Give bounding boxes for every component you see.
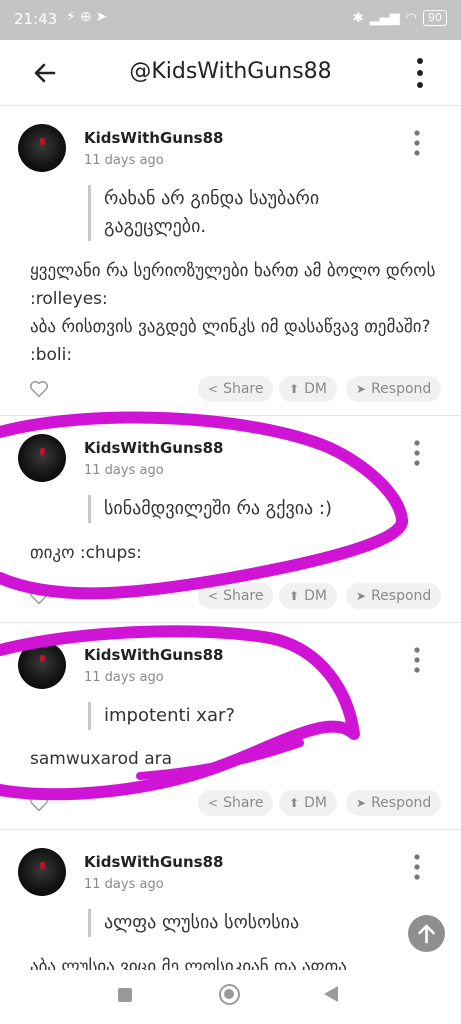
more-vertical-icon[interactable] xyxy=(413,439,421,467)
respond-label: Respond xyxy=(371,588,432,604)
system-nav-bar xyxy=(0,970,461,1024)
post-actions: < Share ⬆ DM ➤ Respond xyxy=(0,376,461,402)
post-date: 11 days ago xyxy=(84,877,164,892)
share-icon: < xyxy=(208,382,219,396)
heart-icon[interactable] xyxy=(28,378,50,400)
share-button[interactable]: < Share xyxy=(198,583,274,609)
respond-label: Respond xyxy=(371,795,432,811)
dm-button[interactable]: ⬆ DM xyxy=(279,376,337,402)
dm-button[interactable]: ⬆ DM xyxy=(279,790,337,816)
signal-icon: ▂▄▆ xyxy=(369,10,400,26)
quoted-text: სინამდვილეში რა გქვია :) xyxy=(88,495,332,523)
page-title: @KidsWithGuns88 xyxy=(129,59,332,84)
post-date: 11 days ago xyxy=(84,670,164,685)
quoted-text: impotenti xar? xyxy=(88,702,235,730)
quoted-text: ალფა ლუსია სოსოსია xyxy=(88,909,299,937)
more-vertical-icon[interactable] xyxy=(413,853,421,881)
status-right-icons: ✱ ▂▄▆ ◠ 90 xyxy=(353,10,447,26)
share-button[interactable]: < Share xyxy=(198,376,274,402)
heart-icon[interactable] xyxy=(28,585,50,607)
share-icon: < xyxy=(208,589,219,603)
respond-label: Respond xyxy=(371,381,432,397)
status-bar: 21:43 ⚡⊕➤ ✱ ▂▄▆ ◠ 90 xyxy=(0,0,461,40)
nav-back-icon[interactable] xyxy=(324,986,338,1002)
more-vertical-icon[interactable] xyxy=(413,646,421,674)
dm-label: DM xyxy=(304,588,327,604)
post-date: 11 days ago xyxy=(84,153,164,168)
respond-icon: ➤ xyxy=(356,382,367,396)
dm-button[interactable]: ⬆ DM xyxy=(279,583,337,609)
avatar[interactable] xyxy=(18,848,66,896)
post-actions: < Share ⬆ DM ➤ Respond xyxy=(0,790,461,816)
post-body: ყველანი რა სერიოზულები ხართ ამ ბოლო დროს… xyxy=(30,261,436,365)
post-card: KidsWithGuns88 11 days ago ალფა ლუსია სო… xyxy=(0,831,461,970)
post-card: KidsWithGuns88 11 days ago impotenti xar… xyxy=(0,624,461,830)
post-date: 11 days ago xyxy=(84,463,164,478)
app-bar: @KidsWithGuns88 xyxy=(0,40,461,106)
dm-label: DM xyxy=(304,381,327,397)
share-icon: < xyxy=(208,796,219,810)
author-name[interactable]: KidsWithGuns88 xyxy=(84,439,223,457)
post-body: samwuxarod ara xyxy=(30,749,173,769)
respond-button[interactable]: ➤ Respond xyxy=(346,790,442,816)
recent-apps-icon[interactable] xyxy=(118,988,132,1002)
battery-indicator: 90 xyxy=(423,10,447,26)
avatar[interactable] xyxy=(18,641,66,689)
arrow-up-icon xyxy=(418,924,435,944)
respond-button[interactable]: ➤ Respond xyxy=(346,583,442,609)
respond-icon: ➤ xyxy=(356,796,367,810)
share-label: Share xyxy=(223,588,264,604)
quoted-text: რახან არ გინდა საუბარი გაგეცლები. xyxy=(88,185,388,241)
post-body: თიკო :chups: xyxy=(30,543,142,563)
dm-icon: ⬆ xyxy=(289,589,300,603)
notification-icons: ⚡⊕➤ xyxy=(66,9,112,25)
bluetooth-icon: ✱ xyxy=(352,10,364,26)
author-name[interactable]: KidsWithGuns88 xyxy=(84,853,223,871)
avatar[interactable] xyxy=(18,124,66,172)
heart-icon[interactable] xyxy=(28,792,50,814)
dm-icon: ⬆ xyxy=(289,382,300,396)
author-name[interactable]: KidsWithGuns88 xyxy=(84,129,223,147)
share-button[interactable]: < Share xyxy=(198,790,274,816)
more-vertical-icon[interactable] xyxy=(415,56,425,90)
status-time: 21:43 xyxy=(14,10,58,28)
dm-label: DM xyxy=(304,795,327,811)
avatar[interactable] xyxy=(18,434,66,482)
wifi-icon: ◠ xyxy=(405,10,417,26)
dm-icon: ⬆ xyxy=(289,796,300,810)
author-name[interactable]: KidsWithGuns88 xyxy=(84,646,223,664)
respond-button[interactable]: ➤ Respond xyxy=(346,376,442,402)
respond-icon: ➤ xyxy=(356,589,367,603)
post-body: აბა ლუსია ვიცი მე ლოსიკიან და აფთა xyxy=(30,957,347,970)
post-card: KidsWithGuns88 11 days ago რახან არ გინდ… xyxy=(0,107,461,416)
post-card: KidsWithGuns88 11 days ago სინამდვილეში … xyxy=(0,417,461,623)
scroll-to-top-button[interactable] xyxy=(408,915,445,952)
share-label: Share xyxy=(223,795,264,811)
post-actions: < Share ⬆ DM ➤ Respond xyxy=(0,583,461,609)
share-label: Share xyxy=(223,381,264,397)
more-vertical-icon[interactable] xyxy=(413,129,421,157)
home-icon[interactable] xyxy=(219,984,240,1005)
